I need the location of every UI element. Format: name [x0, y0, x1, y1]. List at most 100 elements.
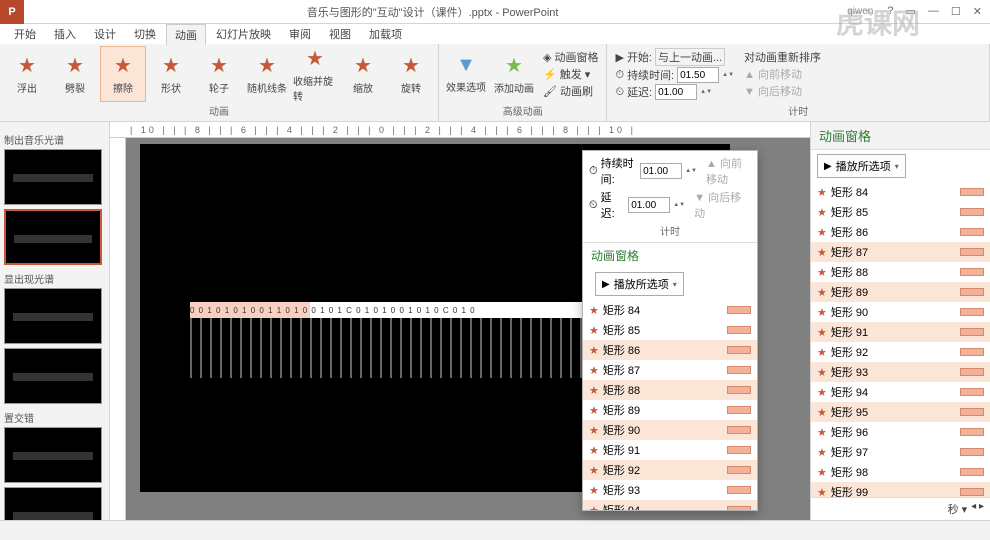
popup-delay-input[interactable]	[628, 197, 670, 213]
anim-item[interactable]: ★矩形 85	[811, 202, 990, 222]
slide-thumb[interactable]	[4, 487, 102, 520]
timing-bar[interactable]	[727, 466, 751, 474]
timing-bar[interactable]	[727, 346, 751, 354]
anim-item[interactable]: ★矩形 88	[811, 262, 990, 282]
timing-bar[interactable]	[727, 506, 751, 510]
anim-item[interactable]: ★矩形 88	[583, 380, 757, 400]
floating-anim-pane[interactable]: ⏱ 持续时间:▲▼ ▲ 向前移动 ⏲ 延迟:▲▼ ▼ 向后移动 计时 动画窗格 …	[582, 150, 758, 511]
duration-row[interactable]: ⏱ 持续时间:▲▼	[615, 67, 734, 83]
add-animation-button[interactable]: ★ 添加动画	[491, 46, 537, 102]
slide-thumb[interactable]	[4, 149, 102, 205]
anim-形状[interactable]: ★形状	[148, 46, 194, 102]
timing-bar[interactable]	[727, 406, 751, 414]
anim-item[interactable]: ★矩形 91	[811, 322, 990, 342]
popup-duration-input[interactable]	[640, 163, 682, 179]
delay-spinner[interactable]: ▲▼	[700, 90, 712, 95]
anim-item[interactable]: ★矩形 98	[811, 462, 990, 482]
minimize-icon[interactable]: —	[928, 5, 939, 18]
anim-item[interactable]: ★矩形 99	[811, 482, 990, 497]
move-earlier-button[interactable]: ▲ 向前移动	[744, 66, 821, 82]
binary-strip[interactable]: 0 0 1 0 1 0 1 0 0 1 1 0 1 0 0 1 0 1 C 0 …	[190, 302, 590, 318]
anim-item[interactable]: ★矩形 89	[583, 400, 757, 420]
anim-item[interactable]: ★矩形 97	[811, 442, 990, 462]
anim-收缩并旋转[interactable]: ★收缩并旋转	[292, 46, 338, 102]
delay-input[interactable]	[655, 84, 697, 100]
menu-设计[interactable]: 设计	[86, 24, 124, 44]
timing-bar[interactable]	[960, 428, 984, 436]
timing-bar[interactable]	[960, 248, 984, 256]
anim-随机线条[interactable]: ★随机线条	[244, 46, 290, 102]
duration-input[interactable]	[677, 67, 719, 83]
anim-item[interactable]: ★矩形 90	[583, 420, 757, 440]
comb-shape[interactable]	[190, 318, 590, 378]
menu-切换[interactable]: 切换	[126, 24, 164, 44]
close-icon[interactable]: ✕	[973, 5, 982, 18]
anim-item[interactable]: ★矩形 92	[811, 342, 990, 362]
anim-item[interactable]: ★矩形 87	[583, 360, 757, 380]
play-selected-button[interactable]: ▶ 播放所选项 ▾	[817, 154, 906, 178]
anim-浮出[interactable]: ★浮出	[4, 46, 50, 102]
anim-painter-button[interactable]: 🖌 动画刷	[543, 83, 598, 99]
slide-thumb[interactable]	[4, 427, 102, 483]
timing-bar[interactable]	[960, 348, 984, 356]
timing-bar[interactable]	[960, 328, 984, 336]
anim-item[interactable]: ★矩形 94	[811, 382, 990, 402]
menu-幻灯片放映[interactable]: 幻灯片放映	[208, 24, 279, 44]
anim-item[interactable]: ★矩形 85	[583, 320, 757, 340]
timing-bar[interactable]	[960, 468, 984, 476]
timing-bar[interactable]	[960, 408, 984, 416]
anim-item[interactable]: ★矩形 86	[583, 340, 757, 360]
anim-item[interactable]: ★矩形 87	[811, 242, 990, 262]
popup-play-button[interactable]: ▶ 播放所选项 ▾	[595, 272, 684, 296]
slide-thumb[interactable]	[4, 209, 102, 265]
menu-视图[interactable]: 视图	[321, 24, 359, 44]
anim-缩放[interactable]: ★缩放	[340, 46, 386, 102]
anim-轮子[interactable]: ★轮子	[196, 46, 242, 102]
delay-row[interactable]: ⏲ 延迟:▲▼	[615, 84, 734, 100]
popup-duration-spinner[interactable]: ▲▼	[685, 169, 697, 174]
timing-bar[interactable]	[727, 426, 751, 434]
popup-delay-row[interactable]: ⏲ 延迟:▲▼ ▼ 向后移动	[589, 189, 751, 221]
menu-审阅[interactable]: 审阅	[281, 24, 319, 44]
timing-bar[interactable]	[960, 488, 984, 496]
timing-bar[interactable]	[960, 268, 984, 276]
menu-开始[interactable]: 开始	[6, 24, 44, 44]
anim-item[interactable]: ★矩形 84	[583, 300, 757, 320]
slide-thumbnails[interactable]: 制出音乐光谱显出现光谱置交错	[0, 122, 110, 520]
timing-bar[interactable]	[727, 486, 751, 494]
popup-delay-spinner[interactable]: ▲▼	[673, 203, 685, 208]
timing-bar[interactable]	[960, 388, 984, 396]
slide-thumb[interactable]	[4, 348, 102, 404]
pane-footer[interactable]: 秒 ▾ ◂ ▸	[811, 497, 990, 520]
timing-bar[interactable]	[960, 228, 984, 236]
anim-item[interactable]: ★矩形 90	[811, 302, 990, 322]
timing-bar[interactable]	[727, 386, 751, 394]
anim-劈裂[interactable]: ★劈裂	[52, 46, 98, 102]
timing-bar[interactable]	[960, 288, 984, 296]
timing-bar[interactable]	[727, 326, 751, 334]
maximize-icon[interactable]: ☐	[951, 5, 961, 18]
anim-item[interactable]: ★矩形 84	[811, 182, 990, 202]
anim-pane-toggle[interactable]: ◈ 动画窗格	[543, 49, 598, 65]
duration-spinner[interactable]: ▲▼	[722, 73, 734, 78]
move-later-button[interactable]: ▼ 向后移动	[744, 83, 821, 99]
menu-动画[interactable]: 动画	[166, 24, 206, 45]
timing-bar[interactable]	[960, 208, 984, 216]
anim-item[interactable]: ★矩形 92	[583, 460, 757, 480]
anim-item[interactable]: ★矩形 94	[583, 500, 757, 510]
menu-加载项[interactable]: 加载项	[361, 24, 410, 44]
anim-擦除[interactable]: ★擦除	[100, 46, 146, 102]
start-row[interactable]: ▶ 开始: 与上一动画...	[615, 48, 734, 66]
anim-item[interactable]: ★矩形 95	[811, 402, 990, 422]
timing-bar[interactable]	[960, 188, 984, 196]
timing-bar[interactable]	[727, 306, 751, 314]
anim-item[interactable]: ★矩形 96	[811, 422, 990, 442]
trigger-button[interactable]: ⚡ 触发 ▾	[543, 66, 598, 82]
effect-options-button[interactable]: ▼ 效果选项	[443, 46, 489, 102]
anim-item[interactable]: ★矩形 93	[583, 480, 757, 500]
anim-item[interactable]: ★矩形 91	[583, 440, 757, 460]
popup-duration-row[interactable]: ⏱ 持续时间:▲▼ ▲ 向前移动	[589, 155, 751, 187]
anim-item[interactable]: ★矩形 93	[811, 362, 990, 382]
timing-bar[interactable]	[960, 308, 984, 316]
timing-bar[interactable]	[727, 446, 751, 454]
